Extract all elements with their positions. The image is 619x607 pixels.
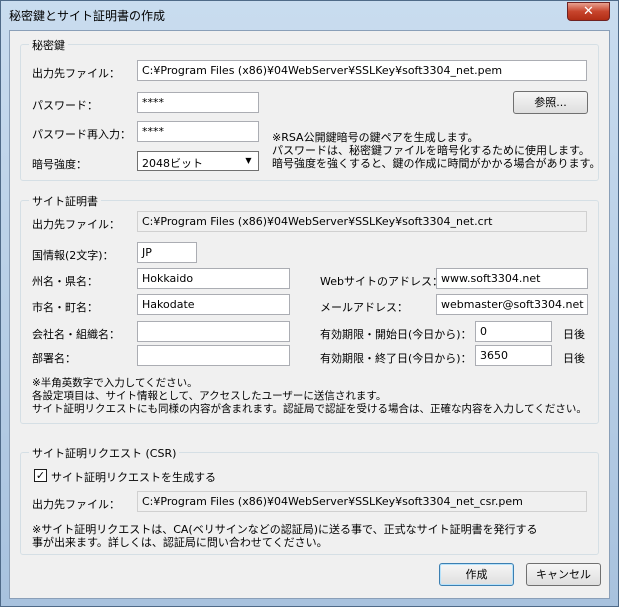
strength-select[interactable]: 2048ビット ▼ <box>137 151 259 171</box>
email-label: メールアドレス： <box>320 301 408 314</box>
password-label: パスワード： <box>32 99 98 112</box>
window-title: 秘密鍵とサイト証明書の作成 <box>9 9 166 23</box>
certificate-output-label: 出力先ファイル： <box>32 218 120 231</box>
strength-label: 暗号強度： <box>32 158 87 171</box>
org-field[interactable] <box>137 321 290 342</box>
csr-output-field: C:¥Program Files (x86)¥04WebServer¥SSLKe… <box>137 491 587 512</box>
website-field[interactable]: www.soft3304.net <box>436 268 588 289</box>
website-label: Webサイトのアドレス： <box>320 275 443 288</box>
create-button[interactable]: 作成 <box>439 563 514 586</box>
dialog-window: 秘密鍵とサイト証明書の作成 ✕ 秘密鍵 出力先ファイル： C:¥Program … <box>0 0 619 607</box>
csr-legend: サイト証明リクエスト (CSR) <box>29 445 180 461</box>
browse-button[interactable]: 参照... <box>513 91 588 114</box>
csr-checkbox[interactable]: ✓ <box>34 469 47 482</box>
private-key-note: ※RSA公開鍵暗号の鍵ペアを生成します。 パスワードは、秘密鍵ファイルを暗号化す… <box>272 131 601 170</box>
title-bar[interactable]: 秘密鍵とサイト証明書の作成 ✕ <box>1 1 618 29</box>
end-date-label: 有効期限・終了日(今日から)： <box>320 352 472 365</box>
state-label: 州名・県名： <box>32 275 98 288</box>
certificate-note: ※半角英数字で入力してください。 各設定項目は、サイト情報として、アクセスしたユ… <box>32 377 587 415</box>
dept-label: 部署名： <box>32 352 76 365</box>
certificate-output-field: C:¥Program Files (x86)¥04WebServer¥SSLKe… <box>137 211 587 232</box>
close-button[interactable]: ✕ <box>567 2 610 21</box>
password-confirm-field[interactable]: **** <box>137 121 259 142</box>
start-date-field[interactable]: 0 <box>475 321 552 342</box>
close-icon: ✕ <box>583 4 594 19</box>
city-field[interactable]: Hakodate <box>137 294 290 315</box>
password-field[interactable]: **** <box>137 92 259 113</box>
csr-note: ※サイト証明リクエストは、CA(ベリサインなどの認証局)に送る事で、正式なサイト… <box>32 523 538 549</box>
start-date-label: 有効期限・開始日(今日から)： <box>320 328 472 341</box>
org-label: 会社名・組織名： <box>32 328 120 341</box>
private-key-legend: 秘密鍵 <box>29 37 68 53</box>
end-date-field[interactable]: 3650 <box>475 345 552 366</box>
city-label: 市名・町名： <box>32 301 98 314</box>
password-confirm-label: パスワード再入力： <box>32 128 131 141</box>
private-key-output-field[interactable]: C:¥Program Files (x86)¥04WebServer¥SSLKe… <box>137 60 587 81</box>
csr-output-label: 出力先ファイル： <box>32 498 120 511</box>
start-date-unit: 日後 <box>563 328 585 341</box>
email-field[interactable]: webmaster@soft3304.net <box>436 294 588 315</box>
private-key-output-label: 出力先ファイル： <box>32 67 120 80</box>
country-label: 国情報(2文字)： <box>32 249 114 262</box>
end-date-unit: 日後 <box>563 352 585 365</box>
cancel-button[interactable]: キャンセル <box>526 563 601 586</box>
strength-value: 2048ビット <box>142 157 203 170</box>
certificate-legend: サイト証明書 <box>29 193 101 209</box>
dialog-client: 秘密鍵 出力先ファイル： C:¥Program Files (x86)¥04We… <box>9 30 610 599</box>
csr-checkbox-label[interactable]: サイト証明リクエストを生成する <box>51 469 216 485</box>
state-field[interactable]: Hokkaido <box>137 268 290 289</box>
country-field[interactable]: JP <box>137 242 197 263</box>
chevron-down-icon: ▼ <box>245 156 252 165</box>
dept-field[interactable] <box>137 345 290 366</box>
